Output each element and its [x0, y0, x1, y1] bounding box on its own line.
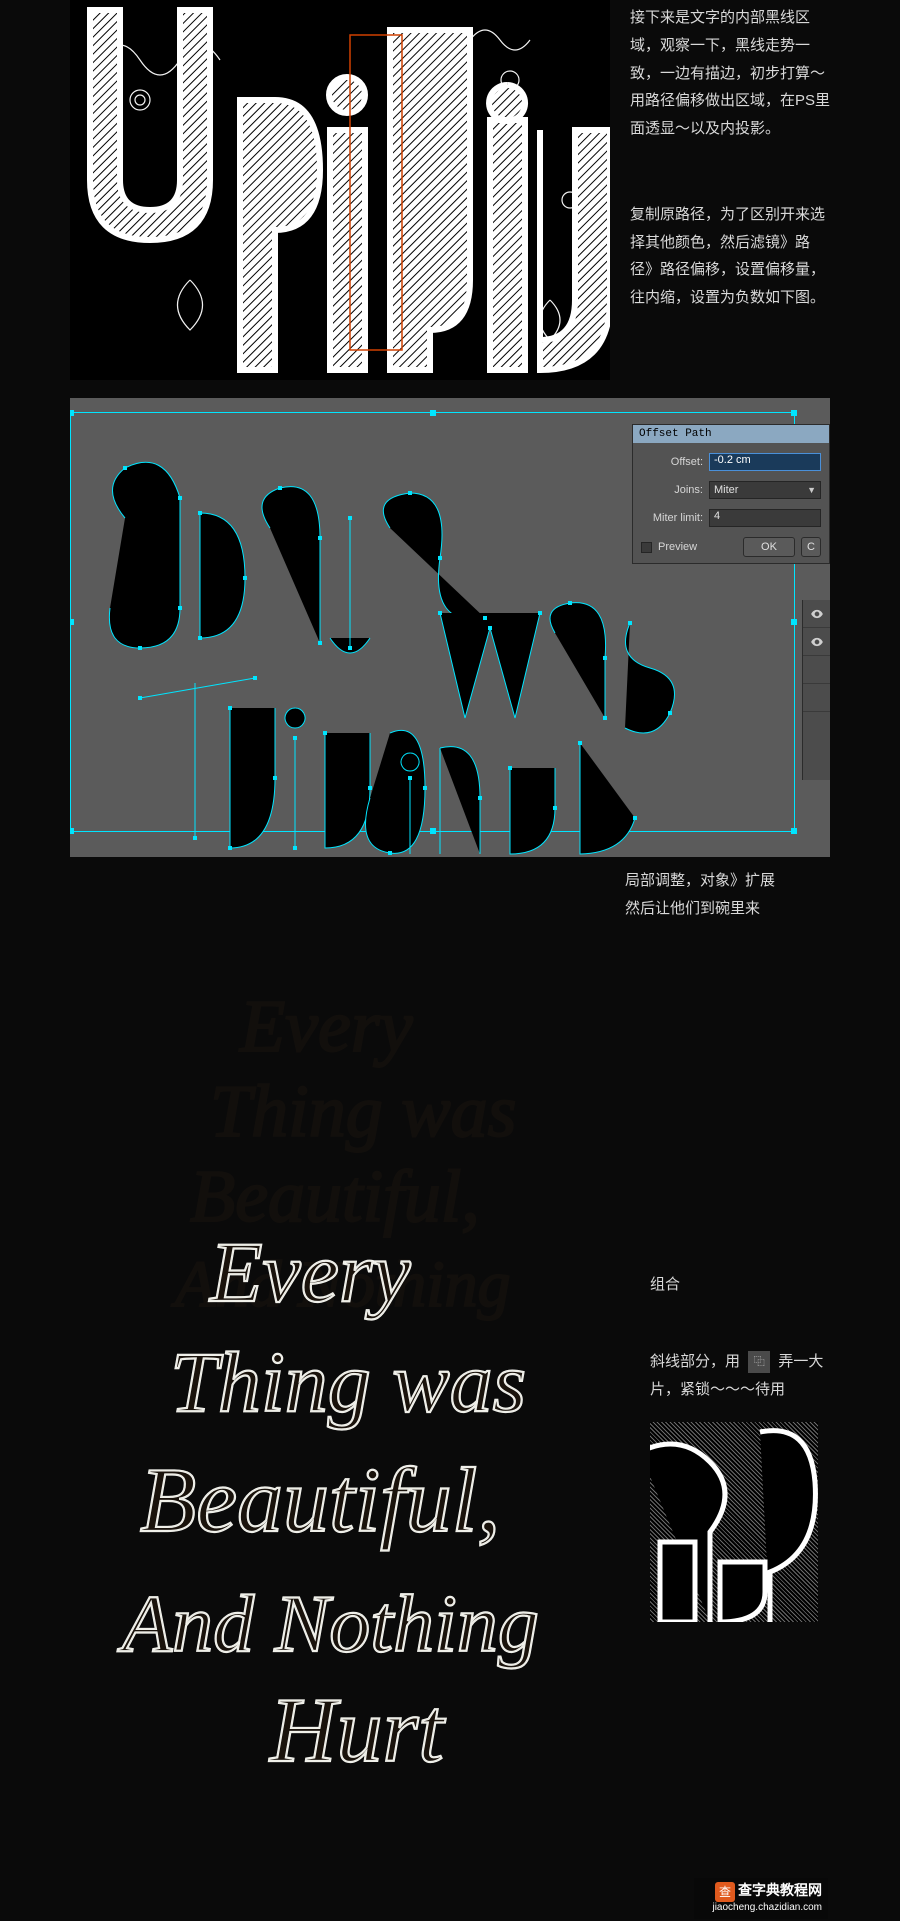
miter-limit-input[interactable]: 4: [709, 509, 821, 527]
transform-tool-icon: ⿻: [748, 1351, 770, 1373]
section3-caption: 局部调整，对象》扩展 然后让他们到碗里来: [610, 867, 830, 923]
preview-label: Preview: [658, 541, 737, 553]
cancel-button[interactable]: C: [801, 537, 821, 557]
illustrator-canvas-screenshot: Offset Path Offset: -0.2 cm Joins: Miter…: [70, 398, 830, 857]
ornate-typography-svg: [70, 0, 610, 380]
caption-line-a: 局部调整，对象》扩展: [625, 867, 830, 895]
final-side-column: 组合 斜线部分，用 ⿻ 弄一大片，紧锁～～～待用: [650, 1271, 830, 1622]
watermark-brand: 查字典教程网: [738, 1882, 822, 1898]
section1-text-column: 接下来是文字的内部黑线区域，观察一下，黑线走势一致，一边有描边，初步打算～用路径…: [630, 0, 830, 380]
reference-ornate-image: [70, 0, 610, 380]
svg-text:Every: Every: [239, 986, 413, 1068]
eye-icon: [810, 607, 824, 621]
caption-line-b: 然后让他们到碗里来: [625, 895, 830, 923]
chevron-down-icon: ▼: [807, 485, 816, 495]
layer-visibility-row[interactable]: [803, 684, 830, 712]
section1-paragraph-a: 接下来是文字的内部黑线区域，观察一下，黑线走势一致，一边有描边，初步打算～用路径…: [630, 4, 830, 143]
section1-paragraph-b: 复制原路径，为了区别开来选择其他颜色，然后滤镜》路径》路径偏移，设置偏移量，往内…: [630, 201, 830, 312]
offset-input[interactable]: -0.2 cm: [709, 453, 821, 471]
svg-text:Every: Every: [208, 1224, 411, 1320]
offset-label: Offset:: [641, 456, 703, 468]
diag-prefix: 斜线部分，用: [650, 1353, 740, 1370]
svg-text:Thing was: Thing was: [210, 1071, 516, 1153]
miter-limit-label: Miter limit:: [641, 512, 703, 524]
eye-icon: [810, 635, 824, 649]
preview-checkbox[interactable]: [641, 542, 652, 553]
final-composite-area: Every Thing was Beautiful, And Nothing E…: [70, 941, 830, 1921]
offset-path-dialog: Offset Path Offset: -0.2 cm Joins: Miter…: [632, 424, 830, 564]
watermark-url: jiaocheng.chazidian.com: [700, 1902, 822, 1915]
joins-value: Miter: [714, 484, 738, 496]
layer-visibility-row[interactable]: [803, 600, 830, 628]
white-script-typography: Every Thing was Beautiful, And Nothing H…: [100, 1201, 620, 1881]
layer-visibility-row[interactable]: [803, 656, 830, 684]
watermark: 查查字典教程网 jiaocheng.chazidian.com: [694, 1878, 828, 1919]
combo-label: 组合: [650, 1271, 830, 1299]
hatched-letter-swatch: [650, 1422, 818, 1622]
dialog-title: Offset Path: [633, 425, 829, 443]
layers-panel-sliver: [802, 600, 830, 780]
svg-text:And Nothing: And Nothing: [117, 1578, 539, 1669]
svg-text:Thing was: Thing was: [170, 1334, 526, 1430]
svg-text:Hurt: Hurt: [269, 1679, 446, 1781]
svg-text:Beautiful,: Beautiful,: [140, 1449, 500, 1551]
joins-select[interactable]: Miter ▼: [709, 481, 821, 499]
watermark-logo-icon: 查: [715, 1882, 735, 1902]
diagonal-instruction: 斜线部分，用 ⿻ 弄一大片，紧锁～～～待用: [650, 1348, 830, 1404]
joins-label: Joins:: [641, 484, 703, 496]
ok-button[interactable]: OK: [743, 537, 795, 557]
layer-visibility-row[interactable]: [803, 628, 830, 656]
